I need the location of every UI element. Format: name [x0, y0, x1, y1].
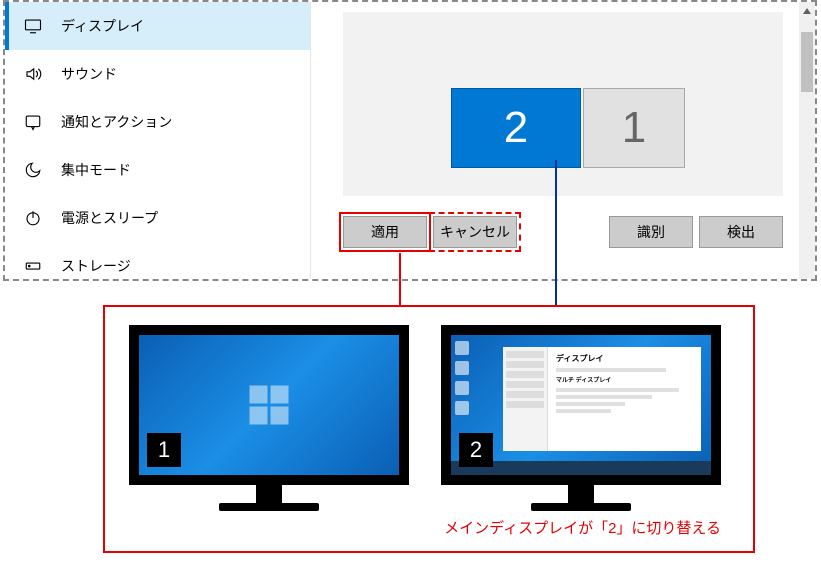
- windows-logo-icon: [250, 386, 289, 425]
- desktop-icons: [455, 341, 469, 415]
- monitor-badge-2: 2: [459, 433, 493, 467]
- sidebar-item-notifications[interactable]: 通知とアクション: [5, 98, 310, 146]
- monitor-base: [531, 503, 631, 511]
- monitor-stand: [568, 485, 594, 503]
- button-row: 適用 キャンセル 識別 検出: [343, 216, 783, 248]
- settings-sidebar: ディスプレイ サウンド 通知とアクション 集中モード 電源とスリープ ストレージ: [5, 2, 311, 279]
- monitor-2-screen: ディスプレイ マルチ ディスプレイ 2: [441, 325, 721, 485]
- sidebar-item-label: 電源とスリープ: [61, 208, 158, 228]
- monitor-1-screen: 1: [129, 325, 409, 485]
- result-caption: メインディスプレイが「2」に切り替える: [129, 517, 729, 538]
- sidebar-item-label: サウンド: [61, 64, 117, 84]
- mini-sidebar: [503, 347, 548, 451]
- sidebar-item-label: 通知とアクション: [61, 112, 172, 132]
- sidebar-item-focus[interactable]: 集中モード: [5, 146, 310, 194]
- display-number: 2: [504, 103, 528, 153]
- sidebar-item-label: ストレージ: [61, 256, 131, 276]
- display-tile-2[interactable]: 2: [451, 88, 581, 168]
- mini-main: ディスプレイ マルチ ディスプレイ: [548, 347, 701, 451]
- detect-button[interactable]: 検出: [699, 216, 783, 248]
- result-illustration: 1 ディスプレイ マルチ ディスプレイ: [103, 305, 755, 553]
- monitor-2: ディスプレイ マルチ ディスプレイ 2: [441, 325, 721, 511]
- monitors-row: 1 ディスプレイ マルチ ディスプレイ: [129, 325, 729, 511]
- identify-button[interactable]: 識別: [609, 216, 693, 248]
- sidebar-item-sound[interactable]: サウンド: [5, 50, 310, 98]
- display-settings-main: 2 1 適用 キャンセル 識別 検出: [311, 2, 815, 279]
- sidebar-item-label: ディスプレイ: [61, 16, 144, 36]
- focus-icon: [23, 160, 43, 180]
- display-number: 1: [622, 103, 646, 153]
- sidebar-item-power[interactable]: 電源とスリープ: [5, 194, 310, 242]
- sidebar-item-storage[interactable]: ストレージ: [5, 242, 310, 279]
- apply-button[interactable]: 適用: [343, 216, 427, 248]
- sidebar-item-label: 集中モード: [61, 160, 131, 180]
- display-icon: [23, 16, 43, 36]
- sidebar-item-display[interactable]: ディスプレイ: [5, 2, 310, 50]
- sound-icon: [23, 64, 43, 84]
- cancel-button[interactable]: キャンセル: [433, 216, 517, 248]
- monitor-base: [219, 503, 319, 511]
- mini-subtitle: マルチ ディスプレイ: [556, 375, 693, 384]
- storage-icon: [23, 256, 43, 276]
- display-arrangement-area[interactable]: 2 1: [343, 12, 783, 196]
- power-icon: [23, 208, 43, 228]
- monitor-1: 1: [129, 325, 409, 511]
- settings-panel: ディスプレイ サウンド 通知とアクション 集中モード 電源とスリープ ストレージ…: [3, 0, 817, 281]
- monitor-stand: [256, 485, 282, 503]
- scrollbar[interactable]: [799, 2, 815, 279]
- notifications-icon: [23, 112, 43, 132]
- monitor-badge-1: 1: [147, 433, 181, 467]
- mini-title: ディスプレイ: [556, 353, 693, 364]
- scroll-up-icon[interactable]: [802, 6, 812, 16]
- scrollbar-thumb[interactable]: [801, 32, 813, 92]
- display-tile-1[interactable]: 1: [583, 88, 685, 168]
- settings-window-mini: ディスプレイ マルチ ディスプレイ: [503, 347, 701, 451]
